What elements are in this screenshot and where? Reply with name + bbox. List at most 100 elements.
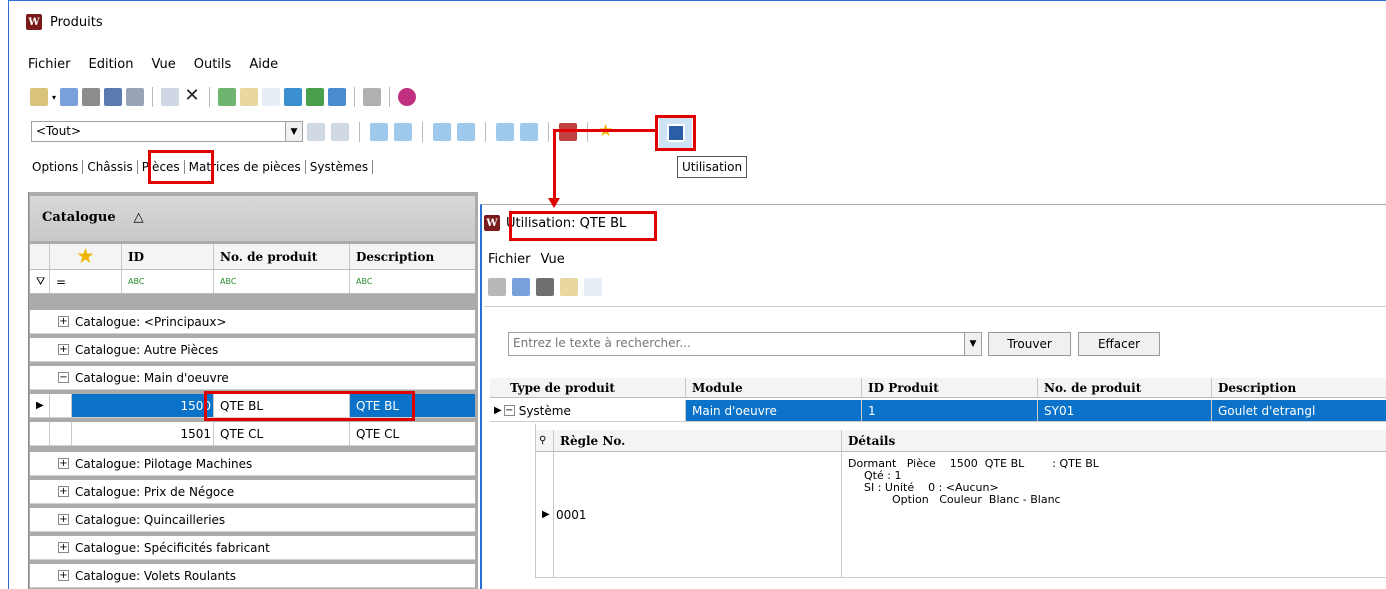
column-header-product-id[interactable]: ID Produit <box>862 378 1038 397</box>
column-header-product-type[interactable]: Type de produit <box>490 378 686 397</box>
table-row[interactable]: ▶ − Système Main d'oeuvre 1 SY01 Goulet … <box>490 400 1386 422</box>
collapse-icon[interactable]: − <box>503 405 515 416</box>
filter-funnel-icon: ⛛ <box>30 270 50 293</box>
menu-outils[interactable]: Outils <box>194 57 232 72</box>
copy-icon[interactable] <box>161 88 180 106</box>
properties-icon[interactable] <box>104 88 123 106</box>
print-icon[interactable] <box>82 88 101 106</box>
save-icon[interactable] <box>126 88 145 106</box>
app-logo-icon: W <box>484 215 500 231</box>
collapse-icon[interactable] <box>262 88 281 106</box>
expand-icon[interactable]: + <box>58 514 69 525</box>
column-header-module[interactable]: Module <box>686 378 862 397</box>
group-row[interactable]: + Catalogue: Pilotage Machines <box>30 452 475 476</box>
flag-icon[interactable] <box>559 123 577 141</box>
columns-icon[interactable] <box>240 88 259 106</box>
popup-menu-vue[interactable]: Vue <box>541 252 565 267</box>
backward-icon[interactable] <box>394 123 412 141</box>
detach-icon[interactable] <box>520 123 538 141</box>
new-dropdown-icon[interactable]: ▾ <box>52 93 56 102</box>
app-logo-icon: W <box>26 14 42 30</box>
grid-icon[interactable] <box>284 88 303 106</box>
separator <box>359 122 360 142</box>
tab-chassis[interactable]: Châssis <box>83 160 138 174</box>
printer-icon[interactable] <box>536 278 554 296</box>
popup-menu-fichier[interactable]: Fichier <box>488 252 531 267</box>
settings-icon[interactable] <box>363 88 382 106</box>
cell-description[interactable]: QTE CL <box>350 422 475 445</box>
search-input[interactable] <box>509 333 949 353</box>
move-up-icon[interactable] <box>307 123 325 141</box>
table-row[interactable]: ▶ 0001 Dormant Pièce 1500 QTE BL : QTE B… <box>536 452 1386 578</box>
group-row[interactable]: − Catalogue: Main d'oeuvre <box>30 366 475 390</box>
group-by-catalogue[interactable]: Catalogue △ <box>42 210 144 225</box>
group-row[interactable]: + Catalogue: Spécificités fabricant <box>30 536 475 560</box>
cell-module[interactable]: Main d'oeuvre <box>686 400 862 421</box>
favorite-star-icon[interactable]: ★ <box>598 123 616 141</box>
menu-edition[interactable]: Edition <box>89 57 134 72</box>
tab-options[interactable]: Options <box>28 160 84 174</box>
eraser-icon[interactable] <box>398 88 417 106</box>
expand-icon[interactable]: + <box>58 486 69 497</box>
find-button[interactable]: Trouver <box>988 332 1071 356</box>
expand-icon[interactable]: + <box>58 458 69 469</box>
attach-icon[interactable] <box>496 123 514 141</box>
preview-icon[interactable] <box>512 278 530 296</box>
collapse-icon[interactable] <box>584 278 602 296</box>
group-row[interactable]: + Catalogue: <Principaux> <box>30 310 475 334</box>
expand-icon[interactable]: + <box>58 542 69 553</box>
column-header-details[interactable]: Détails <box>842 430 1386 451</box>
column-header-rule-no[interactable]: Règle No. <box>554 430 842 451</box>
search-icon[interactable]: ⚲ <box>536 430 554 451</box>
column-header-id[interactable]: ID <box>122 244 214 269</box>
clear-button[interactable]: Effacer <box>1078 332 1160 356</box>
properties-icon[interactable] <box>488 278 506 296</box>
cell-id[interactable]: 1500 <box>72 394 214 417</box>
tab-systemes[interactable]: Systèmes <box>306 160 374 174</box>
column-header-description[interactable]: Description <box>350 244 475 269</box>
group-row[interactable]: + Catalogue: Volets Roulants <box>30 564 475 588</box>
delete-icon[interactable]: ✕ <box>183 87 202 106</box>
filter-equals[interactable]: = <box>50 270 122 293</box>
cell-product-no[interactable]: SY01 <box>1038 400 1212 421</box>
group-row[interactable]: + Catalogue: Autre Pièces <box>30 338 475 362</box>
move-down-icon[interactable] <box>331 123 349 141</box>
cell-details[interactable]: Dormant Pièce 1500 QTE BL : QTE BL Qté :… <box>842 452 1386 577</box>
forward-icon[interactable] <box>370 123 388 141</box>
collapse-icon[interactable]: − <box>58 372 69 383</box>
new-icon[interactable] <box>30 88 48 106</box>
column-header-description[interactable]: Description <box>1212 378 1386 397</box>
expand-icon[interactable]: + <box>58 570 69 581</box>
cell-product-id[interactable]: 1 <box>862 400 1038 421</box>
filter-id-cell[interactable]: ABC <box>122 270 214 293</box>
columns-icon[interactable] <box>560 278 578 296</box>
chevron-down-icon[interactable]: ▼ <box>285 122 302 141</box>
group-row[interactable]: + Catalogue: Prix de Négoce <box>30 480 475 504</box>
menu-vue[interactable]: Vue <box>151 57 175 72</box>
filter-combo[interactable]: <Tout> ▼ <box>31 121 303 142</box>
cell-product-type[interactable]: ▶ − Système <box>490 400 686 421</box>
menu-aide[interactable]: Aide <box>249 57 278 72</box>
search-combo[interactable]: ▼ <box>508 332 982 356</box>
expand-icon[interactable]: + <box>58 344 69 355</box>
refresh-icon[interactable] <box>218 88 237 106</box>
export-icon[interactable] <box>306 88 325 106</box>
chevron-down-icon[interactable]: ▼ <box>964 333 981 355</box>
cell-description[interactable]: Goulet d'etrangl <box>1212 400 1386 421</box>
group-row[interactable]: + Catalogue: Quincailleries <box>30 508 475 532</box>
cell-rule-no[interactable]: 0001 <box>554 452 842 577</box>
import-icon[interactable] <box>328 88 347 106</box>
unlink-icon[interactable] <box>457 123 475 141</box>
column-header-product-no[interactable]: No. de produit <box>214 244 350 269</box>
cell-id[interactable]: 1501 <box>72 422 214 445</box>
menu-fichier[interactable]: Fichier <box>28 57 71 72</box>
column-header-product-no[interactable]: No. de produit <box>1038 378 1212 397</box>
cell-product-no[interactable]: QTE CL <box>214 422 350 445</box>
expand-icon[interactable]: + <box>58 316 69 327</box>
link-icon[interactable] <box>433 123 451 141</box>
filter-description-cell[interactable]: ABC <box>350 270 475 293</box>
table-row[interactable]: 1501 QTE CL QTE CL <box>30 422 475 446</box>
favorite-column-header[interactable]: ★ <box>50 244 122 269</box>
preview-icon[interactable] <box>60 88 79 106</box>
filter-product-no-cell[interactable]: ABC <box>214 270 350 293</box>
